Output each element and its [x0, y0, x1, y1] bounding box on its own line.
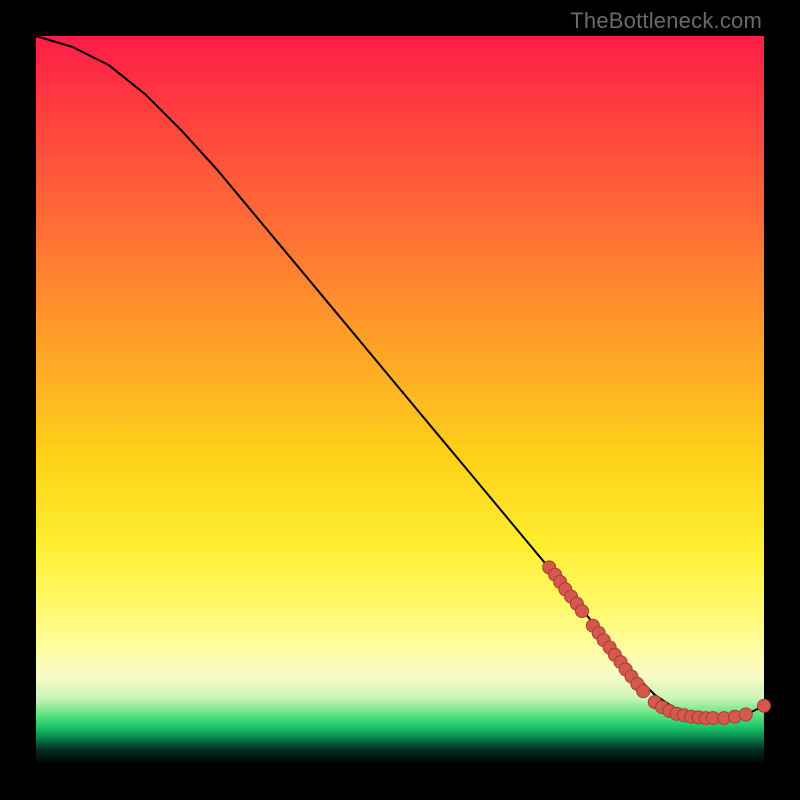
plot-area [36, 36, 764, 764]
chart-svg [36, 36, 764, 764]
data-point [739, 708, 752, 721]
chart-frame: TheBottleneck.com [0, 0, 800, 800]
data-points [543, 561, 771, 725]
watermark-text: TheBottleneck.com [570, 8, 762, 34]
data-point [758, 699, 771, 712]
data-point [576, 605, 589, 618]
data-point [637, 685, 650, 698]
bottleneck-curve [36, 36, 764, 718]
